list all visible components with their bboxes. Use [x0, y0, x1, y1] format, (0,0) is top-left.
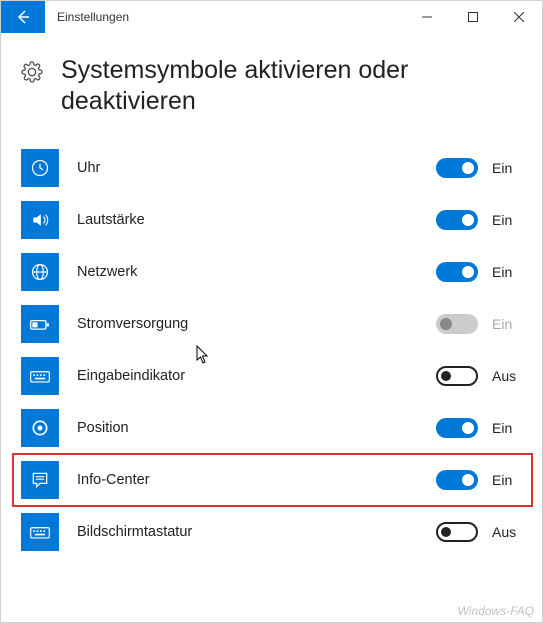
toggle-area: Ein — [436, 158, 528, 178]
setting-row: Info-Center Ein — [13, 454, 532, 506]
toggle-area: Aus — [436, 366, 528, 386]
toggle-area: Ein — [436, 210, 528, 230]
setting-row: Eingabeindikator Aus — [21, 350, 528, 402]
toggle-area: Ein — [436, 418, 528, 438]
target-icon — [21, 409, 59, 447]
window-title: Einstellungen — [45, 1, 404, 33]
setting-label: Position — [59, 420, 436, 436]
toggle-state-label: Ein — [492, 160, 522, 176]
setting-label: Stromversorgung — [59, 316, 436, 332]
keyboard-icon — [21, 357, 59, 395]
page-header: Systemsymbole aktivieren oder deaktivier… — [1, 33, 542, 142]
gear-icon — [21, 61, 43, 88]
clock-icon — [21, 149, 59, 187]
close-icon — [514, 12, 524, 22]
arrow-left-icon — [15, 9, 31, 25]
toggle-area: Ein — [436, 470, 528, 490]
toggle-state-label: Aus — [492, 368, 522, 384]
toggle-state-label: Ein — [492, 212, 522, 228]
maximize-icon — [468, 12, 478, 22]
globe-icon — [21, 253, 59, 291]
minimize-icon — [422, 12, 432, 22]
minimize-button[interactable] — [404, 1, 450, 33]
toggle-switch[interactable] — [436, 158, 478, 178]
window-controls — [404, 1, 542, 33]
setting-label: Bildschirmtastatur — [59, 524, 436, 540]
toggle-switch[interactable] — [436, 470, 478, 490]
watermark: Windows-FAQ — [458, 604, 534, 618]
toggle-switch[interactable] — [436, 366, 478, 386]
toggle-switch[interactable] — [436, 522, 478, 542]
page-title: Systemsymbole aktivieren oder deaktivier… — [61, 55, 522, 118]
toggle-state-label: Ein — [492, 316, 522, 332]
battery-icon — [21, 305, 59, 343]
maximize-button[interactable] — [450, 1, 496, 33]
toggle-state-label: Ein — [492, 472, 522, 488]
info-icon — [21, 461, 59, 499]
toggle-area: Ein — [436, 314, 528, 334]
toggle-area: Ein — [436, 262, 528, 282]
setting-row: Position Ein — [21, 402, 528, 454]
setting-row: Lautstärke Ein — [21, 194, 528, 246]
toggle-state-label: Ein — [492, 420, 522, 436]
toggle-switch[interactable] — [436, 210, 478, 230]
setting-label: Info-Center — [59, 472, 436, 488]
toggle-switch — [436, 314, 478, 334]
toggle-state-label: Aus — [492, 524, 522, 540]
setting-row: Uhr Ein — [21, 142, 528, 194]
setting-label: Lautstärke — [59, 212, 436, 228]
volume-icon — [21, 201, 59, 239]
setting-row: Stromversorgung Ein — [21, 298, 528, 350]
setting-row: Bildschirmtastatur Aus — [21, 506, 528, 558]
close-button[interactable] — [496, 1, 542, 33]
toggle-area: Aus — [436, 522, 528, 542]
settings-list: UhrEinLautstärkeEinNetzwerkEinStromverso… — [1, 142, 542, 558]
setting-label: Eingabeindikator — [59, 368, 436, 384]
setting-label: Netzwerk — [59, 264, 436, 280]
back-button[interactable] — [1, 1, 45, 33]
toggle-state-label: Ein — [492, 264, 522, 280]
toggle-switch[interactable] — [436, 418, 478, 438]
setting-label: Uhr — [59, 160, 436, 176]
toggle-switch[interactable] — [436, 262, 478, 282]
titlebar: Einstellungen — [1, 1, 542, 33]
keyboard-icon — [21, 513, 59, 551]
setting-row: Netzwerk Ein — [21, 246, 528, 298]
